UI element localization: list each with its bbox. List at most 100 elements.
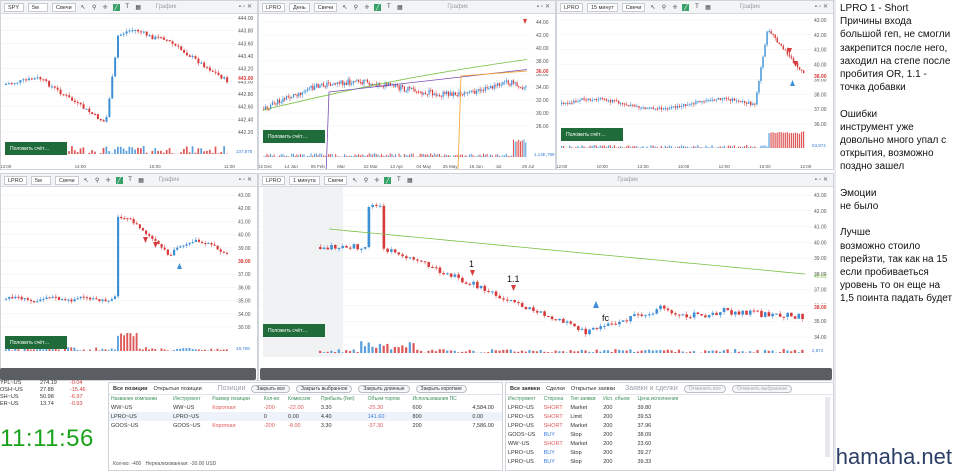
chart-panel-lpro-day[interactable]: LPRO День Свечи ↖ ⚲ ✛ ╱ T ▦ График ▪▫✕ 4… bbox=[258, 0, 556, 170]
line-tool-icon[interactable]: ╱ bbox=[115, 176, 123, 184]
symbol-field[interactable]: SPY bbox=[4, 2, 24, 12]
column-header[interactable]: Использования ПС bbox=[411, 395, 471, 403]
candle bbox=[65, 94, 68, 96]
column-header[interactable]: Исп. объем bbox=[601, 395, 635, 403]
table-row[interactable]: LPRO~US BUY Stop 200 39.27 bbox=[506, 448, 686, 457]
tab-all-positions[interactable]: Все позиции bbox=[113, 386, 148, 392]
symbol-field[interactable]: LPRO bbox=[4, 175, 27, 185]
cursor-icon[interactable]: ↖ bbox=[83, 177, 90, 184]
column-header[interactable]: Размер позиции bbox=[210, 395, 262, 403]
window-controls[interactable]: ▪▫✕ bbox=[239, 176, 254, 183]
tab-open-orders[interactable]: Открытые заявки bbox=[571, 386, 615, 392]
chart-type-select[interactable]: Свечи bbox=[323, 175, 348, 185]
magnifier-icon[interactable]: ⚲ bbox=[91, 4, 98, 11]
timeframe-select[interactable]: 5м bbox=[30, 175, 51, 185]
tab-all-orders[interactable]: Все заявки bbox=[510, 386, 540, 392]
close-long-button[interactable]: Закрыть длинные bbox=[358, 384, 410, 393]
table-row[interactable]: LPRO~US LPRO~US 0 0.00 4.40 141.60 800 0.00 bbox=[109, 412, 502, 421]
cursor-icon[interactable]: ↖ bbox=[351, 177, 358, 184]
crosshair-icon[interactable]: ✛ bbox=[102, 4, 109, 11]
grid-icon[interactable]: ▦ bbox=[406, 177, 413, 184]
symbol-field[interactable]: LPRO bbox=[262, 2, 285, 12]
timeframe-select[interactable]: День bbox=[288, 2, 310, 12]
watchlist-row[interactable]: YPL~US 274.19 -0.04 bbox=[0, 380, 104, 387]
table-row[interactable]: GOOS~US BUY Stop 200 38.09 bbox=[506, 430, 686, 439]
tab-trades[interactable]: Сделки bbox=[546, 386, 565, 392]
symbol-field[interactable]: LPRO bbox=[560, 2, 583, 12]
cancel-selected-button[interactable]: Отменить выбранное bbox=[731, 384, 792, 393]
text-tool-icon[interactable]: T bbox=[395, 177, 402, 184]
crosshair-icon[interactable]: ✛ bbox=[105, 177, 112, 184]
candle bbox=[67, 299, 70, 301]
window-controls[interactable]: ▪▫✕ bbox=[537, 3, 552, 10]
magnifier-icon[interactable]: ⚲ bbox=[94, 177, 101, 184]
watchlist-row[interactable]: SH~US 50.98 -6.97 bbox=[0, 394, 104, 401]
tab-open-positions[interactable]: Открытые позиции bbox=[154, 386, 202, 392]
column-header[interactable]: Инструмент bbox=[171, 395, 210, 403]
grid-icon[interactable]: ▦ bbox=[135, 4, 142, 11]
line-tool-icon[interactable]: ╱ bbox=[384, 176, 392, 184]
cursor-icon[interactable]: ↖ bbox=[341, 4, 348, 11]
timeframe-select[interactable]: 1 минута bbox=[288, 175, 320, 185]
text-tool-icon[interactable]: T bbox=[127, 177, 134, 184]
grid-icon[interactable]: ▦ bbox=[704, 4, 711, 11]
crosshair-icon[interactable]: ✛ bbox=[363, 4, 370, 11]
chart-panel-lpro-1m[interactable]: LPRO 1 минута Свечи ↖ ⚲ ✛ ╱ T ▦ График ▪… bbox=[258, 173, 834, 381]
timeframe-select[interactable]: 5м bbox=[28, 2, 48, 12]
table-row[interactable]: LPRO~US SHORT Market 200 39.80 bbox=[506, 403, 686, 412]
window-controls[interactable]: ▪▫✕ bbox=[239, 3, 254, 10]
watchlist-row[interactable]: ER~US 13.74 -0.93 bbox=[0, 401, 104, 408]
line-tool-icon[interactable]: ╱ bbox=[112, 3, 120, 11]
symbol-field[interactable]: LPRO bbox=[262, 175, 285, 185]
table-row[interactable]: WW~US WW~US Короткая -200 -22.00 3.30 -25.30 60… bbox=[109, 403, 502, 412]
cancel-all-button[interactable]: Отменить все bbox=[683, 384, 726, 393]
text-tool-icon[interactable]: T bbox=[124, 4, 131, 11]
table-row[interactable]: LPRO~US BUY Stop 200 39.33 bbox=[506, 457, 686, 466]
column-header[interactable]: Название компании bbox=[109, 395, 171, 403]
chart-type-select[interactable]: Свечи bbox=[313, 2, 338, 12]
chart-panel-lpro-15m[interactable]: LPRO 15 минут Свечи ↖ ⚲ ✛ ╱ T ▦ График ▪… bbox=[556, 0, 834, 170]
column-header[interactable]: Объем торгов bbox=[366, 395, 411, 403]
table-row[interactable]: LPRO~US SHORT Limit 200 39.53 bbox=[506, 412, 686, 421]
column-header[interactable]: Тип заявки bbox=[568, 395, 601, 403]
cursor-icon[interactable]: ↖ bbox=[80, 4, 87, 11]
text-tool-icon[interactable]: T bbox=[385, 4, 392, 11]
grid-icon[interactable]: ▦ bbox=[138, 177, 145, 184]
crosshair-icon[interactable]: ✛ bbox=[671, 4, 678, 11]
cursor-icon[interactable]: ↖ bbox=[649, 4, 656, 11]
line-tool-icon[interactable]: ╱ bbox=[374, 3, 382, 11]
magnifier-icon[interactable]: ⚲ bbox=[352, 4, 359, 11]
table-row[interactable]: GOOS~US GOOS~US Короткая -200 -8.00 3.30 -37.3… bbox=[109, 421, 502, 430]
watchlist[interactable]: YPL~US 274.19 -0.04 OSH~US 27.88 -15.46 SH~US 5… bbox=[0, 380, 104, 408]
chart-type-select[interactable]: Свечи bbox=[621, 2, 646, 12]
column-header[interactable]: Прибыль (Net) bbox=[319, 395, 366, 403]
navigator-bar-main[interactable] bbox=[260, 368, 832, 380]
close-short-button[interactable]: Закрыть короткие bbox=[415, 384, 467, 393]
watchlist-row[interactable]: OSH~US 27.88 -15.46 bbox=[0, 387, 104, 394]
close-selected-button[interactable]: Закрыть выбранное bbox=[295, 384, 353, 393]
magnifier-icon[interactable]: ⚲ bbox=[362, 177, 369, 184]
chart-panel-spy[interactable]: SPY 5м Свечи ↖ ⚲ ✛ ╱ T ▦ График ▪▫✕ 444.… bbox=[0, 0, 258, 170]
chart-type-select[interactable]: Свечи bbox=[52, 2, 76, 12]
navigator-bar-left[interactable] bbox=[0, 368, 256, 380]
chart-type-select[interactable]: Свечи bbox=[54, 175, 79, 185]
orders-scrollbar[interactable] bbox=[825, 397, 830, 457]
close-all-button[interactable]: Закрыть все bbox=[251, 384, 290, 393]
magnifier-icon[interactable]: ⚲ bbox=[660, 4, 667, 11]
column-header[interactable]: Кол-во bbox=[262, 395, 286, 403]
column-header[interactable]: Инструмент bbox=[506, 395, 542, 403]
column-header[interactable]: Цена исполнения bbox=[635, 395, 686, 403]
candle bbox=[547, 316, 550, 318]
table-row[interactable]: LPRO~US SHORT Market 200 37.96 bbox=[506, 421, 686, 430]
crosshair-icon[interactable]: ✛ bbox=[373, 177, 380, 184]
column-header[interactable]: Сторона bbox=[542, 395, 569, 403]
window-controls[interactable]: ▪▫✕ bbox=[815, 3, 830, 10]
line-tool-icon[interactable]: ╱ bbox=[682, 3, 690, 11]
table-row[interactable]: WW~US SHORT Market 200 23.60 bbox=[506, 439, 686, 448]
text-tool-icon[interactable]: T bbox=[693, 4, 700, 11]
grid-icon[interactable]: ▦ bbox=[396, 4, 403, 11]
window-controls[interactable]: ▪▫✕ bbox=[815, 176, 830, 183]
chart-panel-lpro-5m[interactable]: LPRO 5м Свечи ↖ ⚲ ✛ ╱ T ▦ График ▪▫✕ 43.… bbox=[0, 173, 258, 381]
timeframe-select[interactable]: 15 минут bbox=[586, 2, 618, 12]
column-header[interactable]: Комиссия bbox=[286, 395, 319, 403]
